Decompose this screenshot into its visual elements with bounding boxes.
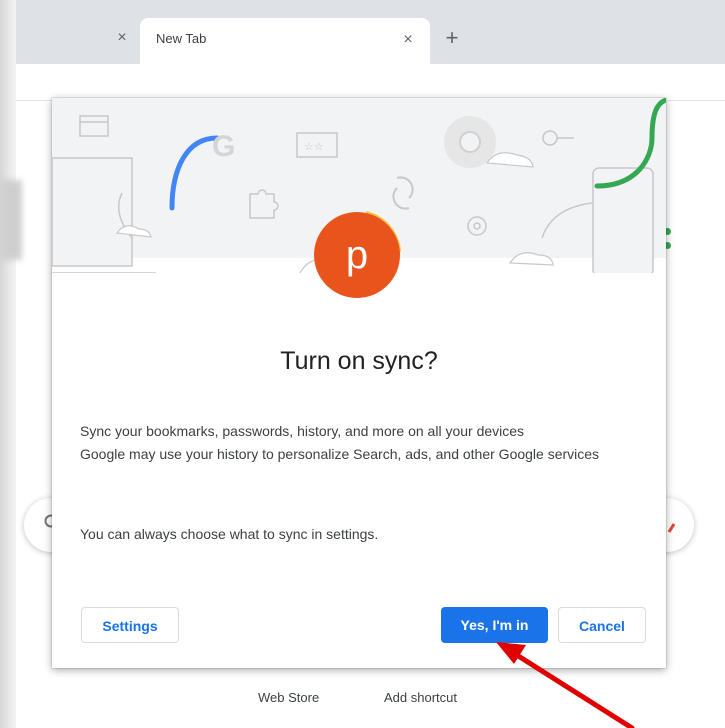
tab-title: New Tab: [156, 31, 207, 46]
browser-toolbar: [16, 64, 725, 101]
shortcut-web-store[interactable]: Web Store: [258, 690, 319, 705]
new-tab-button[interactable]: +: [440, 26, 464, 50]
settings-note: You can always choose what to sync in se…: [80, 526, 379, 542]
sync-description: Sync your bookmarks, passwords, history,…: [80, 423, 525, 439]
settings-button[interactable]: Settings: [81, 607, 179, 643]
shortcut-add[interactable]: Add shortcut: [384, 690, 457, 705]
close-icon[interactable]: ×: [398, 30, 418, 50]
personalization-description: Google may use your history to personali…: [80, 446, 600, 462]
tab-strip: × New Tab × +: [16, 0, 725, 64]
svg-text:☆☆: ☆☆: [304, 141, 324, 153]
microphone-icon[interactable]: [666, 512, 676, 533]
sync-dialog: G ☆☆ p Turn on sync? Sync your bookmarks…: [52, 98, 666, 668]
svg-text:G: G: [212, 130, 235, 163]
screenshot-edge: [0, 0, 16, 728]
cancel-button[interactable]: Cancel: [558, 607, 646, 643]
close-icon[interactable]: ×: [112, 28, 132, 48]
dialog-body: Sync your bookmarks, passwords, history,…: [80, 420, 640, 466]
confirm-button[interactable]: Yes, I'm in: [441, 607, 548, 643]
tab-new-tab[interactable]: New Tab ×: [140, 18, 430, 64]
avatar: p: [314, 212, 400, 298]
dialog-title: Turn on sync?: [280, 347, 438, 375]
